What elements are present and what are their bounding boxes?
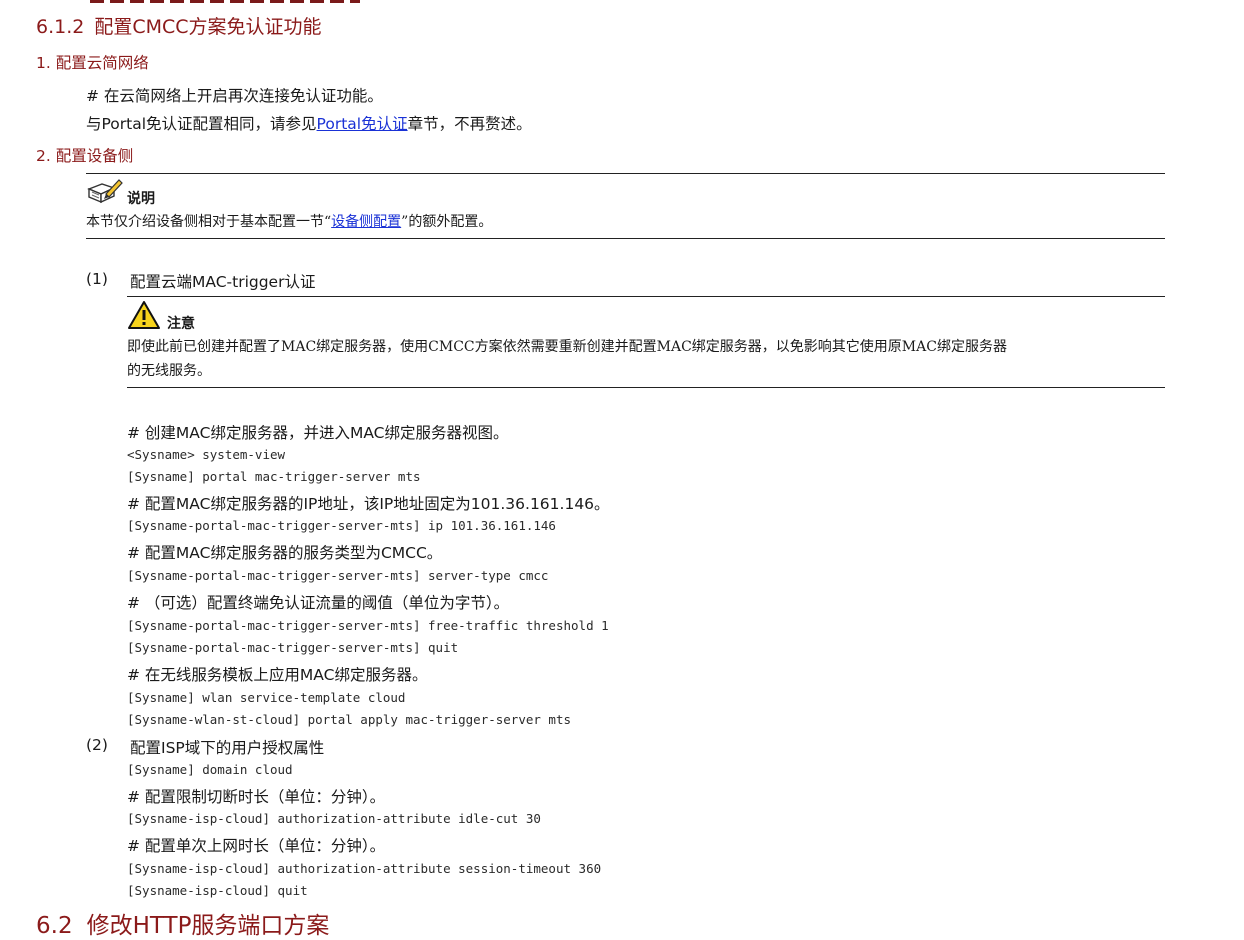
code-line: [Sysname-isp-cloud] authorization-attrib… [127, 861, 602, 876]
device-side-config-link[interactable]: 设备侧配置 [331, 214, 401, 230]
subsection-heading-2: 2. 配置设备侧 [36, 147, 134, 165]
section-heading-6-2: 6.2 修改HTTP服务端口方案 [36, 913, 330, 939]
code-line: [Sysname] portal mac-trigger-server mts [127, 469, 421, 484]
code-line: [Sysname-isp-cloud] authorization-attrib… [127, 811, 541, 826]
caution-top-rule [127, 296, 1165, 297]
comment-line: # 配置MAC绑定服务器的服务类型为CMCC。 [127, 544, 443, 562]
comment-line: # 在无线服务模板上应用MAC绑定服务器。 [127, 666, 428, 684]
code-line: [Sysname-portal-mac-trigger-server-mts] … [127, 640, 459, 655]
note-text: 本节仅介绍设备侧相对于基本配置一节“设备侧配置”的额外配置。 [86, 214, 493, 230]
caution-text-line2: 的无线服务。 [127, 363, 211, 379]
paragraph-enable-reconnect: # 在云简网络上开启再次连接免认证功能。 [86, 87, 383, 105]
note-top-rule [86, 173, 1165, 174]
comment-line: # 配置限制切断时长（单位：分钟）。 [127, 788, 386, 806]
comment-line: # 配置单次上网时长（单位：分钟）。 [127, 837, 386, 855]
code-line: [Sysname-portal-mac-trigger-server-mts] … [127, 568, 549, 583]
step-number-2: (2) [86, 736, 108, 754]
step-title-2: 配置ISP域下的用户授权属性 [130, 739, 325, 757]
caution-bottom-rule [127, 387, 1165, 388]
portal-free-auth-link[interactable]: Portal免认证 [317, 115, 408, 133]
comment-line: # 创建MAC绑定服务器，并进入MAC绑定服务器视图。 [127, 424, 509, 442]
step-number-1: (1) [86, 270, 108, 288]
code-line: [Sysname-portal-mac-trigger-server-mts] … [127, 618, 609, 633]
code-line: <Sysname> system-view [127, 447, 286, 462]
code-line: [Sysname] wlan service-template cloud [127, 690, 406, 705]
comment-line: # 配置MAC绑定服务器的IP地址，该IP地址固定为101.36.161.146… [127, 495, 610, 513]
code-line: [Sysname] domain cloud [127, 762, 293, 777]
paragraph-portal-ref: 与Portal免认证配置相同，请参见Portal免认证章节，不再赘述。 [86, 115, 532, 133]
note-pencil-icon [86, 177, 124, 207]
comment-line: # （可选）配置终端免认证流量的阈值（单位为字节）。 [127, 594, 510, 612]
note-bottom-rule [86, 238, 1165, 239]
clipped-heading-remnant [90, 0, 360, 3]
code-line: [Sysname-isp-cloud] quit [127, 883, 308, 898]
section-heading-6-1-2: 6.1.2 配置CMCC方案免认证功能 [36, 16, 322, 38]
subsection-heading-1: 1. 配置云简网络 [36, 54, 149, 72]
code-line: [Sysname-wlan-st-cloud] portal apply mac… [127, 712, 572, 727]
note-label: 说明 [127, 191, 155, 207]
warning-triangle-icon [127, 300, 161, 330]
caution-text-line1: 即使此前已创建并配置了MAC绑定服务器，使用CMCC方案依然需要重新创建并配置M… [127, 339, 1007, 355]
step-title-1: 配置云端MAC-trigger认证 [130, 273, 316, 291]
caution-label: 注意 [167, 316, 195, 332]
code-line: [Sysname-portal-mac-trigger-server-mts] … [127, 518, 556, 533]
